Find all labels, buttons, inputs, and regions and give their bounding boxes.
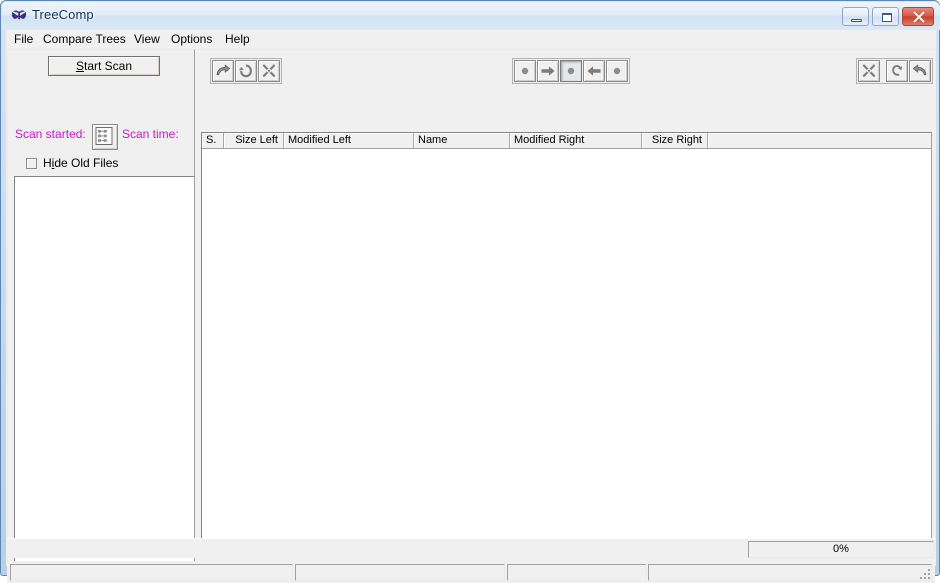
- client-area: File Compare Trees View Options Help Sta…: [6, 30, 936, 583]
- mark-left-button[interactable]: [514, 60, 536, 82]
- treecomp-butterfly-icon: [11, 9, 27, 24]
- hide-old-prefix: H: [43, 156, 52, 170]
- copy-left-button[interactable]: [583, 60, 605, 82]
- dot-icon: [521, 67, 529, 75]
- close-button[interactable]: [902, 7, 934, 26]
- dot-icon: [567, 67, 575, 75]
- curved-arrow-left-icon: [913, 64, 927, 76]
- x-burst-icon: [862, 64, 876, 77]
- status-panel-4: [648, 564, 932, 581]
- column-header-status[interactable]: S.: [202, 133, 224, 148]
- application-window: TreeComp File Compare Trees View Options…: [0, 0, 940, 583]
- column-header-filler[interactable]: [708, 133, 931, 148]
- cancel-button[interactable]: [858, 60, 880, 82]
- circular-arrow-icon: [239, 64, 252, 78]
- right-panel: S. Size Left Modified Left Name Modified…: [196, 49, 935, 562]
- column-header-modified-right[interactable]: Modified Right: [510, 133, 642, 148]
- dot-icon: [613, 67, 621, 75]
- maximize-button[interactable]: [872, 7, 899, 26]
- menu-file[interactable]: File: [9, 32, 38, 47]
- column-header-name[interactable]: Name: [414, 133, 510, 148]
- hide-old-files-label: Hide Old Files: [43, 156, 118, 171]
- mark-right-button[interactable]: [606, 60, 628, 82]
- back-button[interactable]: [909, 60, 931, 82]
- toolbar: [196, 50, 935, 136]
- list-rows-container[interactable]: [202, 149, 931, 557]
- scan-time-label: Scan time:: [122, 127, 179, 141]
- maximize-icon: [882, 13, 892, 22]
- arrow-left-icon: [587, 66, 601, 76]
- start-scan-button[interactable]: Start Scan: [48, 56, 160, 76]
- column-header-size-right[interactable]: Size Right: [642, 133, 708, 148]
- toolbar-group-actions: [856, 58, 933, 84]
- x-burst-icon: [262, 64, 276, 77]
- start-scan-label: tart Scan: [83, 59, 133, 73]
- undo-button[interactable]: [886, 60, 908, 82]
- column-header-modified-left[interactable]: Modified Left: [284, 133, 414, 148]
- checkbox-box[interactable]: [26, 158, 37, 169]
- left-panel: Start Scan Scan started: Scan time: Hide…: [7, 49, 195, 576]
- rescan-button[interactable]: [235, 60, 257, 82]
- resize-grip-icon[interactable]: [919, 568, 932, 581]
- menu-view[interactable]: View: [129, 32, 165, 47]
- stop-scan-button[interactable]: [258, 60, 280, 82]
- title-bar: TreeComp: [2, 2, 940, 30]
- progress-status-bar: 0%: [7, 538, 935, 558]
- tree-view-icon: [95, 127, 113, 145]
- comparison-list-view[interactable]: S. Size Left Modified Left Name Modified…: [201, 132, 932, 558]
- progress-indicator: 0%: [748, 541, 934, 558]
- window-title: TreeComp: [32, 7, 94, 22]
- status-panel-2: [295, 564, 505, 581]
- copy-right-button[interactable]: [537, 60, 559, 82]
- list-header-row: S. Size Left Modified Left Name Modified…: [202, 133, 931, 149]
- toolbar-group-direction: [512, 58, 630, 84]
- hide-old-suffix: de Old Files: [54, 156, 119, 170]
- curved-arrow-right-icon: [216, 64, 230, 76]
- directory-tree-list[interactable]: [14, 176, 195, 576]
- column-header-size-left[interactable]: Size Left: [224, 133, 284, 148]
- start-scan-accel: S: [75, 59, 84, 73]
- mark-both-button[interactable]: [560, 60, 582, 82]
- menu-options[interactable]: Options: [166, 32, 217, 47]
- scan-again-button[interactable]: [212, 60, 234, 82]
- scan-started-label: Scan started:: [15, 127, 86, 141]
- status-bar: [7, 561, 935, 583]
- menu-compare-trees[interactable]: Compare Trees: [38, 32, 131, 47]
- toolbar-group-scan: [210, 58, 282, 84]
- minimize-button[interactable]: [842, 7, 869, 26]
- tree-view-toggle-button[interactable]: [92, 124, 118, 150]
- minimize-icon: [851, 19, 862, 22]
- status-panel-1: [10, 564, 293, 581]
- undo-circle-icon: [892, 65, 903, 76]
- menu-bar: File Compare Trees View Options Help: [6, 30, 936, 48]
- arrow-right-icon: [541, 66, 555, 76]
- menu-help[interactable]: Help: [220, 32, 255, 47]
- status-panel-3: [507, 564, 646, 581]
